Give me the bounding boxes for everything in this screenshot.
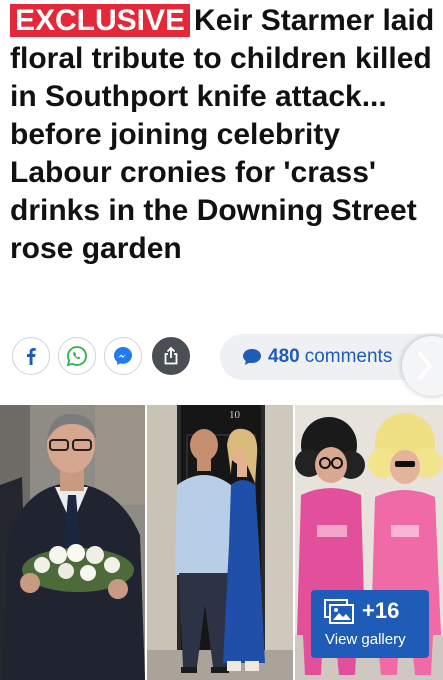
gallery-icon <box>324 599 354 624</box>
exclusive-tag: EXCLUSIVE <box>10 4 191 37</box>
next-article-button[interactable] <box>402 336 443 396</box>
chevron-right-icon <box>418 352 433 380</box>
facebook-icon <box>27 348 36 365</box>
article-headline[interactable]: EXCLUSIVE Keir Starmer laid floral tribut… <box>10 2 435 268</box>
view-gallery-button[interactable]: +16 View gallery <box>311 590 429 658</box>
messenger-share-button[interactable] <box>104 337 142 375</box>
comment-count: 480 <box>268 346 300 367</box>
speech-bubble-icon <box>243 349 261 365</box>
gallery-count: +16 <box>362 598 400 623</box>
comment-label: comments <box>304 346 393 367</box>
gallery-photo-starmer[interactable] <box>0 405 145 680</box>
messenger-icon <box>114 347 132 365</box>
whatsapp-share-button[interactable] <box>58 337 96 375</box>
view-gallery-label: View gallery <box>325 631 406 648</box>
photo-image <box>0 405 145 680</box>
share-bar: 480 comments <box>0 330 443 382</box>
headline-text: Keir Starmer laid floral tribute to chil… <box>10 4 435 265</box>
door-number: 10 <box>229 409 241 421</box>
share-icon <box>164 346 178 365</box>
whatsapp-icon <box>66 346 87 367</box>
share-button[interactable] <box>152 337 190 375</box>
photo-image: 10 <box>147 405 293 680</box>
facebook-share-button[interactable] <box>12 337 50 375</box>
gallery-photo-downing-street[interactable]: 10 <box>147 405 293 680</box>
